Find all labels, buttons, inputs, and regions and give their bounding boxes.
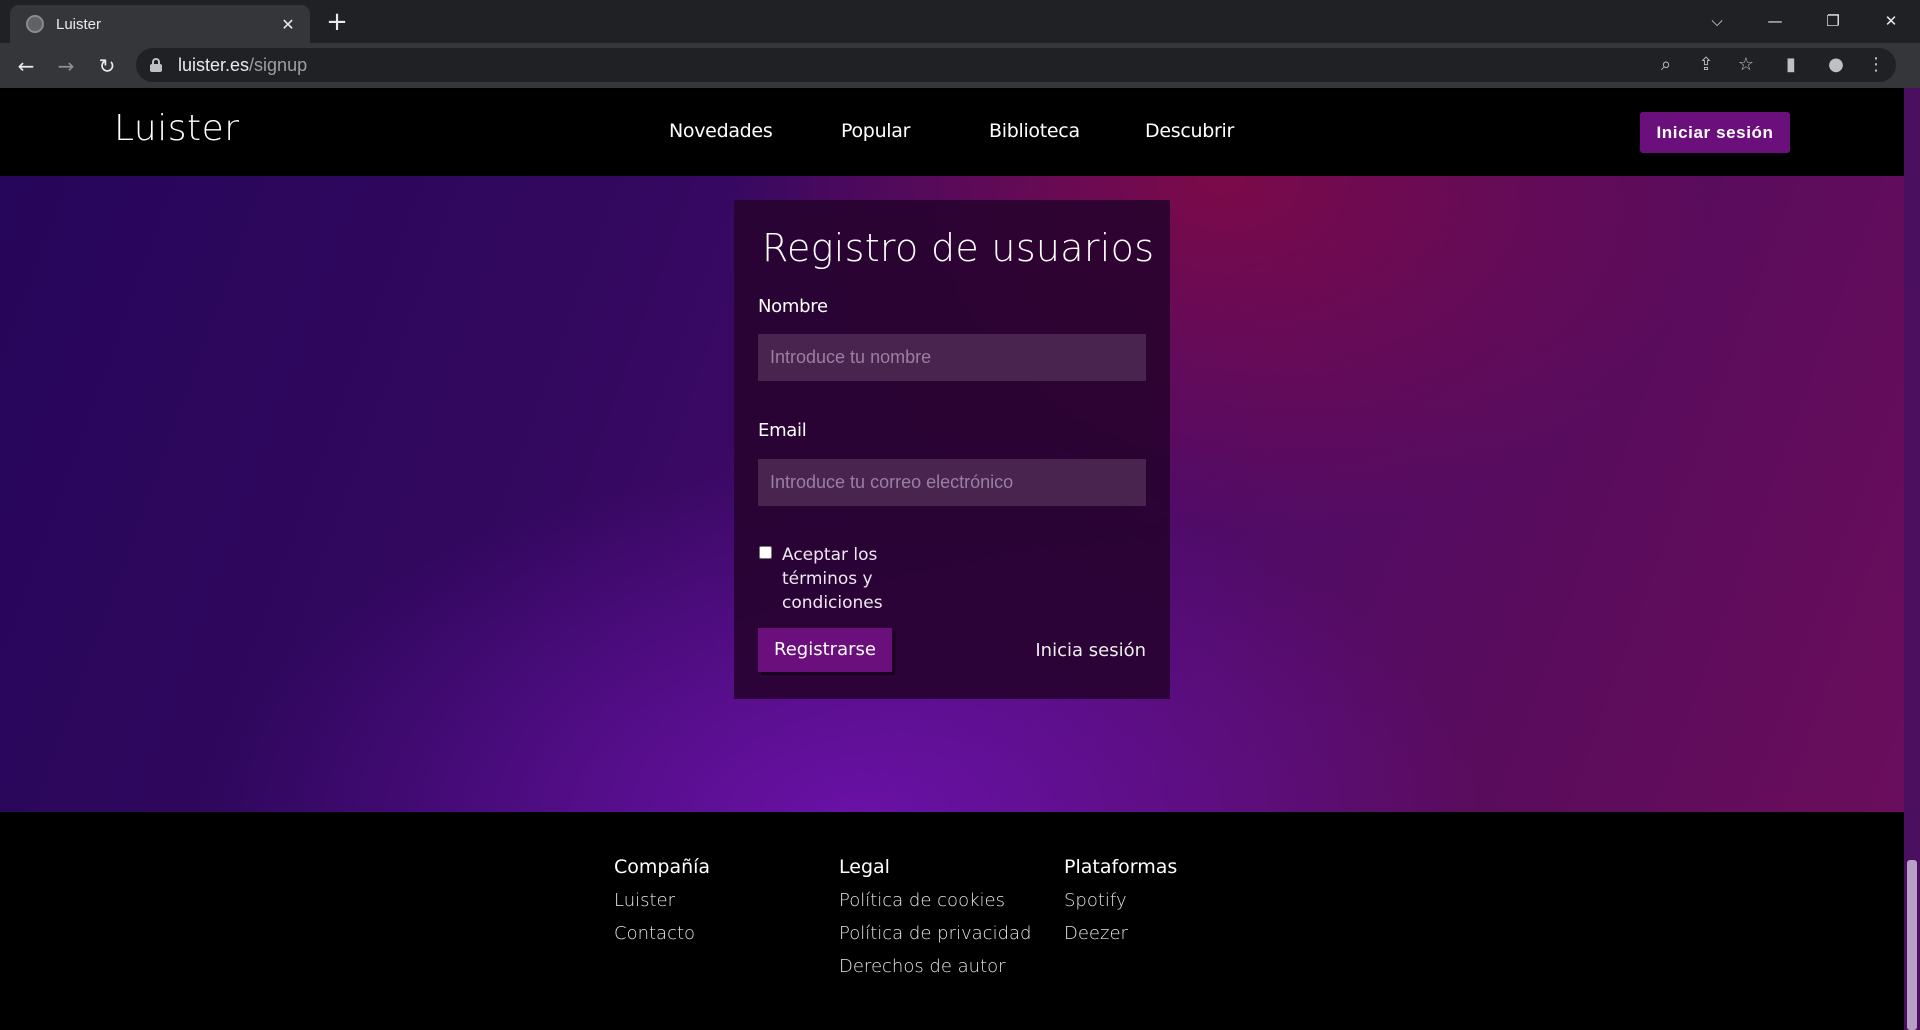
signup-card: Registro de usuarios Nombre Email Acepta… [734,200,1170,699]
profile-icon[interactable]: ● [1816,48,1856,82]
email-input[interactable] [758,459,1146,506]
zoom-icon[interactable]: ⌕ [1646,48,1686,82]
forward-arrow-icon[interactable]: → [50,50,82,82]
url-host: luister.es [178,54,250,75]
header-login-button[interactable]: Iniciar sesión [1640,112,1790,153]
close-tab-icon[interactable]: ✕ [278,15,298,34]
side-panel-icon[interactable]: ▮ [1766,48,1816,82]
restore-window-button[interactable]: ❐ [1810,6,1856,36]
minimize-window-button[interactable]: — [1752,6,1798,36]
address-bar[interactable]: luister.es/signup ⌕ ⇪ ☆ ▮ ● ⋮ [136,48,1896,82]
bookmark-star-icon[interactable]: ☆ [1726,48,1766,82]
login-link[interactable]: Inicia sesión [1035,640,1146,661]
footer-heading: Plataformas [1064,856,1178,878]
nav-link-descubrir[interactable]: Descubrir [1145,120,1234,142]
footer-heading: Legal [839,856,890,878]
page-scrollbar[interactable] [1904,88,1920,1030]
browser-toolbar: ← → ↻ luister.es/signup ⌕ ⇪ ☆ ▮ ● ⋮ [0,43,1920,88]
page-title: Registro de usuarios [762,226,1155,270]
url-path: /signup [249,54,308,75]
email-label: Email [758,420,807,441]
back-arrow-icon[interactable]: ← [10,50,42,82]
name-input[interactable] [758,334,1146,381]
nav-link-biblioteca[interactable]: Biblioteca [989,120,1080,142]
share-icon[interactable]: ⇪ [1686,48,1726,82]
footer-link-spotify[interactable]: Spotify [1064,890,1177,923]
browser-menu-icon[interactable]: ⋮ [1856,48,1896,82]
terms-checkbox[interactable] [759,546,772,559]
register-button[interactable]: Registrarse [758,628,892,672]
browser-tab[interactable]: Luister ✕ [10,5,310,43]
footer-link-deezer[interactable]: Deezer [1064,923,1177,956]
footer-column-legal: Legal Política de cookies Política de pr… [839,856,1031,989]
footer-link-cookies[interactable]: Política de cookies [839,890,1031,923]
footer-link-privacy[interactable]: Política de privacidad [839,923,1031,956]
site-logo[interactable]: Luister [114,108,240,149]
site-footer: Compañía Luister Contacto Legal Política… [0,812,1904,1030]
signup-hero: Registro de usuarios Nombre Email Acepta… [0,176,1904,812]
page-viewport: Luister Novedades Popular Biblioteca Des… [0,88,1904,1030]
footer-column-platforms: Plataformas Spotify Deezer [1064,856,1177,956]
nav-link-novedades[interactable]: Novedades [669,120,773,142]
name-label: Nombre [758,296,828,317]
lock-icon[interactable] [150,58,162,72]
tab-title: Luister [56,15,102,33]
new-tab-button[interactable]: + [322,8,352,38]
footer-link-contacto[interactable]: Contacto [614,923,710,956]
tab-search-dropdown-icon[interactable]: ⌵ [1694,6,1740,36]
site-header: Luister Novedades Popular Biblioteca Des… [0,88,1904,176]
browser-tabstrip: Luister ✕ + ⌵ — ❐ ✕ [0,0,1920,43]
nav-link-popular[interactable]: Popular [841,120,910,142]
footer-heading: Compañía [614,856,711,878]
footer-link-luister[interactable]: Luister [614,890,710,923]
footer-column-company: Compañía Luister Contacto [614,856,710,956]
site-favicon-icon [26,15,44,33]
terms-label[interactable]: Aceptar los términos y condiciones [782,543,902,615]
scrollbar-thumb[interactable] [1907,860,1917,1030]
footer-link-copyright[interactable]: Derechos de autor [839,956,1031,989]
reload-icon[interactable]: ↻ [91,50,123,82]
close-window-button[interactable]: ✕ [1868,6,1914,36]
